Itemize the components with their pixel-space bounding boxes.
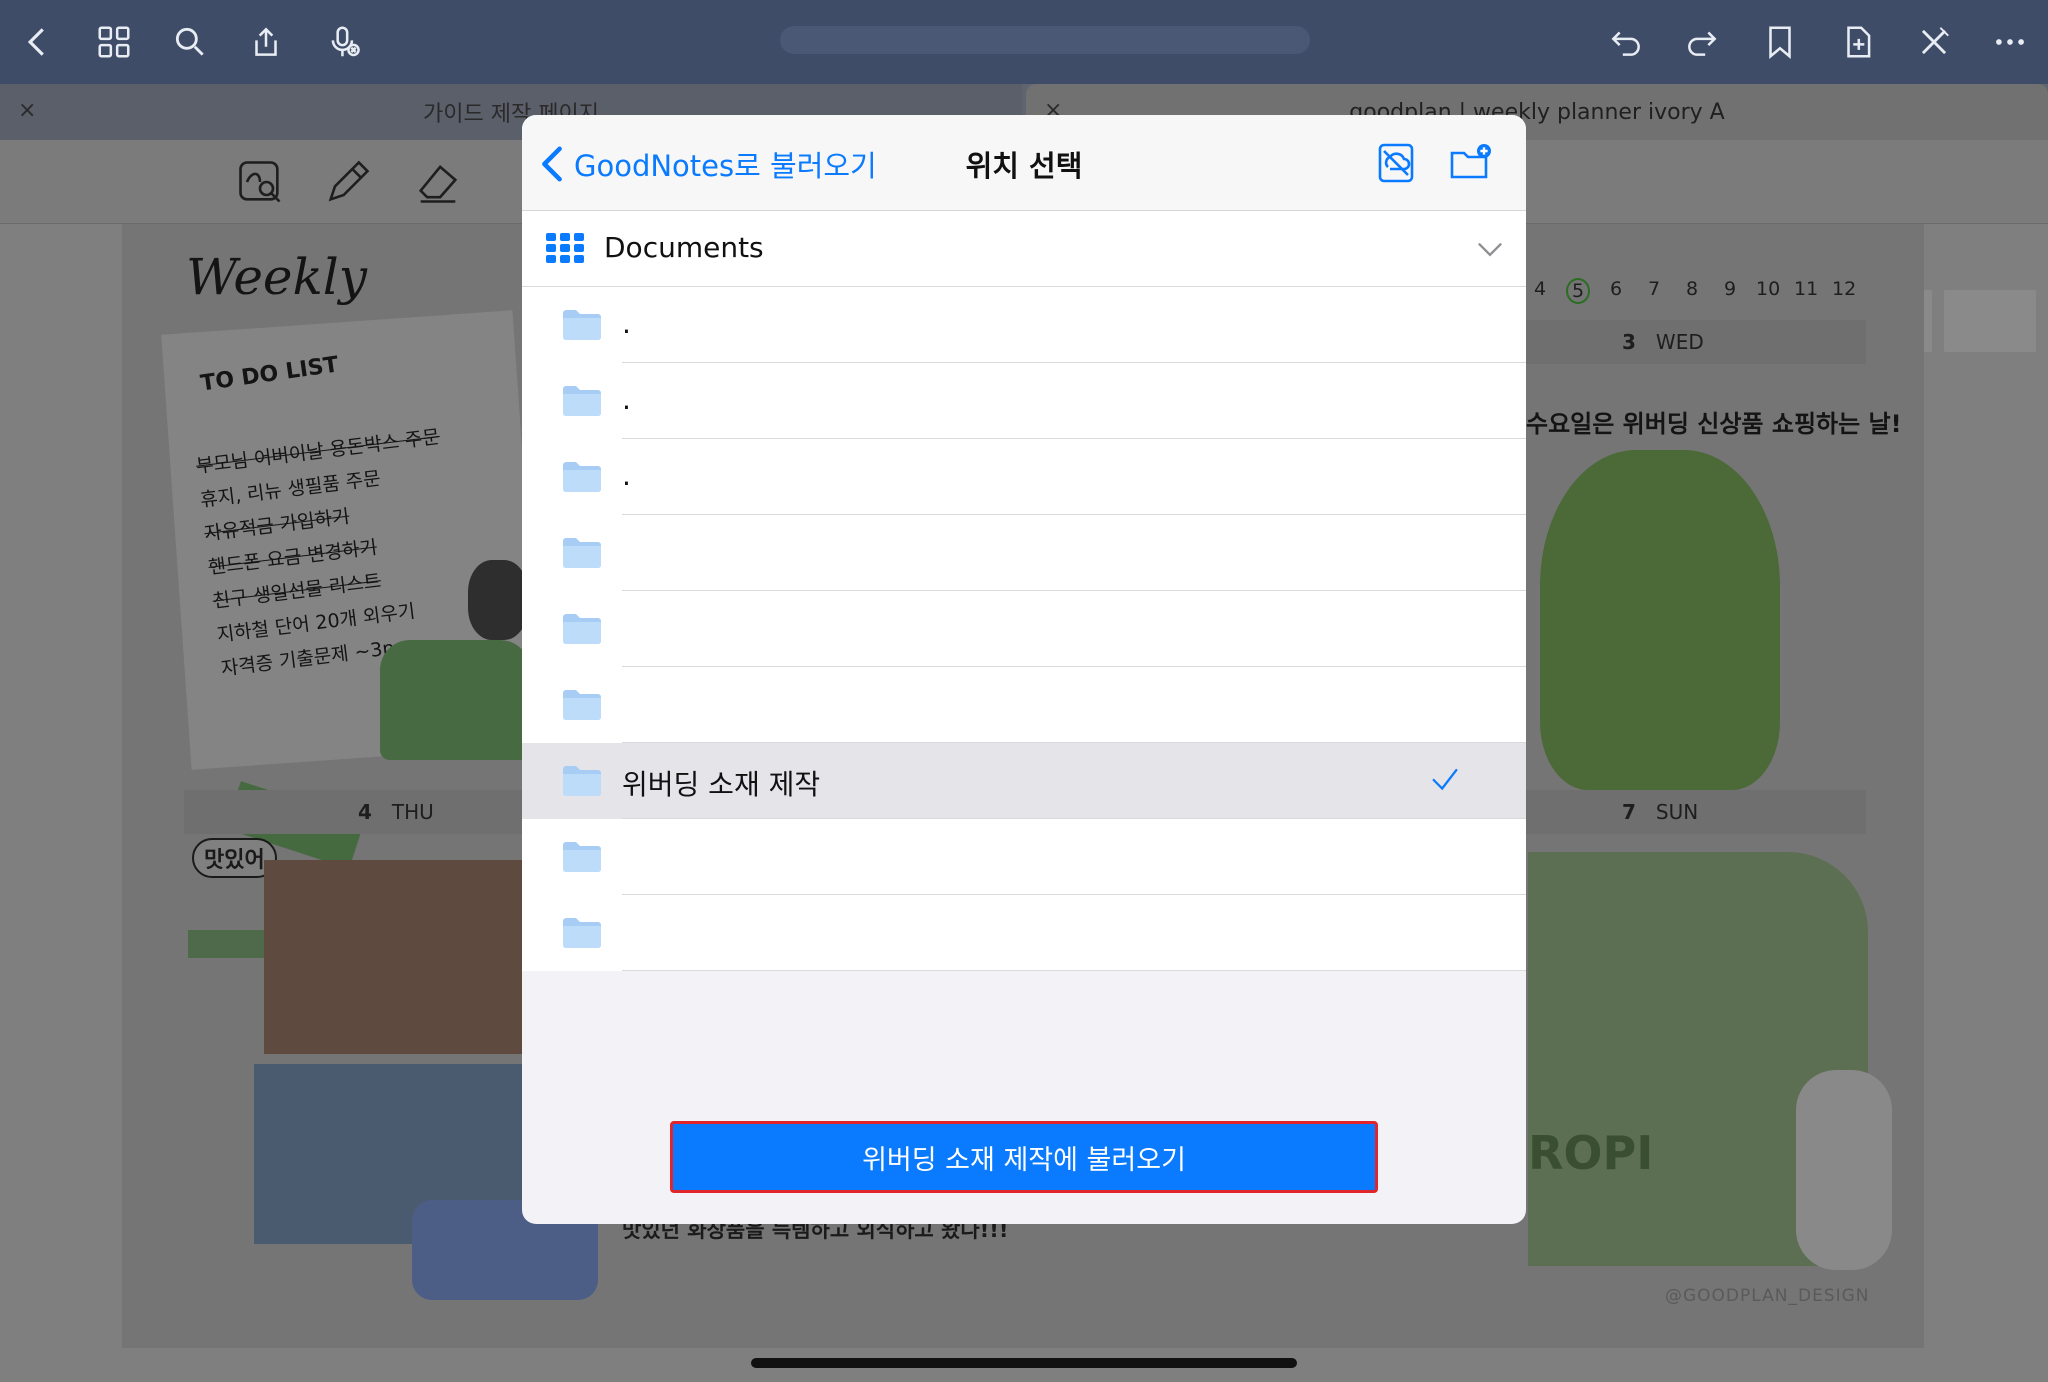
location-picker-modal: GoodNotes로 불러오기 위치 선택 Documents ... 위버딩 소… (522, 115, 1526, 1224)
date-number: 10 (1756, 278, 1781, 300)
day-header-thu: 4 THU (184, 790, 522, 834)
more-icon[interactable] (1988, 20, 2032, 64)
pen-icon[interactable] (322, 156, 374, 208)
grid-icon[interactable] (92, 20, 136, 64)
folder-row[interactable]: . (522, 363, 1526, 439)
icloud-off-icon[interactable] (1372, 139, 1420, 187)
folder-icon (562, 687, 602, 721)
frog-photo (1540, 450, 1780, 790)
home-indicator[interactable] (751, 1358, 1297, 1368)
planner-title: Weekly (186, 248, 368, 306)
location-label: Documents (604, 231, 764, 264)
back-label: GoodNotes로 불러오기 (574, 149, 877, 183)
headphones-sticker (468, 560, 528, 640)
import-to-folder-button[interactable]: 위버딩 소재 제작에 불러오기 (670, 1121, 1378, 1193)
day-header-wed: 3 WED (1526, 320, 1866, 364)
lamb-sticker (1796, 1070, 1892, 1270)
folder-name: 위버딩 소재 제작 (622, 768, 821, 801)
close-tools-icon[interactable] (1912, 20, 1956, 64)
folder-name: . (622, 307, 631, 340)
redo-icon[interactable] (1680, 20, 1724, 64)
date-strip: 4 5 6 7 8 9 10 11 12 (1528, 278, 1856, 304)
folder-name: . (622, 383, 631, 416)
date-number: 7 (1647, 278, 1661, 300)
folder-icon (562, 383, 602, 417)
share-icon[interactable] (244, 20, 288, 64)
new-folder-icon[interactable] (1446, 139, 1494, 187)
folder-row[interactable] (522, 591, 1526, 667)
date-number: 8 (1685, 278, 1699, 300)
day-name: SUN (1655, 800, 1699, 824)
folder-row[interactable] (522, 895, 1526, 971)
checkmark-icon (1432, 768, 1458, 791)
day-number: 7 (1622, 800, 1636, 824)
folder-row-selected[interactable]: 위버딩 소재 제작 (522, 743, 1526, 819)
folder-row[interactable]: . (522, 439, 1526, 515)
tab-close-icon[interactable]: × (18, 98, 36, 123)
document-title-bar[interactable] (780, 26, 1310, 54)
date-number: 11 (1794, 278, 1819, 300)
folder-icon (562, 763, 602, 797)
lasso-zoom-icon[interactable] (234, 156, 286, 208)
documents-location-row[interactable]: Documents (522, 211, 1526, 287)
day-header-sun: 7 SUN (1526, 790, 1866, 834)
folder-list: ... 위버딩 소재 제작 (522, 287, 1526, 971)
folder-icon (562, 839, 602, 873)
date-number: 5 (1566, 278, 1590, 304)
design-credit: @GOODPLAN_DESIGN (1665, 1286, 1870, 1306)
undo-icon[interactable] (1604, 20, 1648, 64)
date-number: 4 (1533, 278, 1547, 300)
folder-row[interactable] (522, 515, 1526, 591)
top-toolbar (0, 0, 2048, 84)
bookmark-icon[interactable] (1758, 20, 1802, 64)
row-separator (622, 970, 1526, 971)
day-name: WED (1655, 330, 1704, 354)
wed-note: 수요일은 위버딩 신상품 쇼핑하는 날! (1526, 410, 1902, 438)
search-icon[interactable] (168, 20, 212, 64)
sneaker-photo (380, 640, 530, 760)
sun-sticker: ROPI (1528, 1126, 1654, 1180)
folder-icon (562, 611, 602, 645)
folder-row[interactable] (522, 667, 1526, 743)
folder-row[interactable] (522, 819, 1526, 895)
day-number: 4 (358, 800, 372, 824)
day-number: 3 (1622, 330, 1636, 354)
back-to-goodnotes-button[interactable]: GoodNotes로 불러오기 (540, 143, 877, 185)
app-grid-icon (546, 233, 584, 265)
folder-row[interactable]: . (522, 287, 1526, 363)
date-number: 12 (1832, 278, 1857, 300)
mic-off-icon[interactable] (322, 20, 366, 64)
chevron-down-icon (1478, 243, 1502, 257)
folder-icon (562, 535, 602, 569)
folder-name: . (622, 459, 631, 492)
folder-icon (562, 307, 602, 341)
folder-icon (562, 915, 602, 949)
page-thumbnail[interactable] (1943, 290, 2037, 352)
date-number: 6 (1609, 278, 1623, 300)
food-photo (264, 860, 522, 1054)
day-name: THU (391, 800, 434, 824)
date-number: 9 (1723, 278, 1737, 300)
chevron-left-icon (542, 146, 562, 182)
eraser-icon[interactable] (412, 156, 464, 208)
folder-icon (562, 459, 602, 493)
modal-header: GoodNotes로 불러오기 위치 선택 (522, 115, 1526, 211)
add-page-icon[interactable] (1836, 20, 1880, 64)
back-icon[interactable] (16, 20, 60, 64)
